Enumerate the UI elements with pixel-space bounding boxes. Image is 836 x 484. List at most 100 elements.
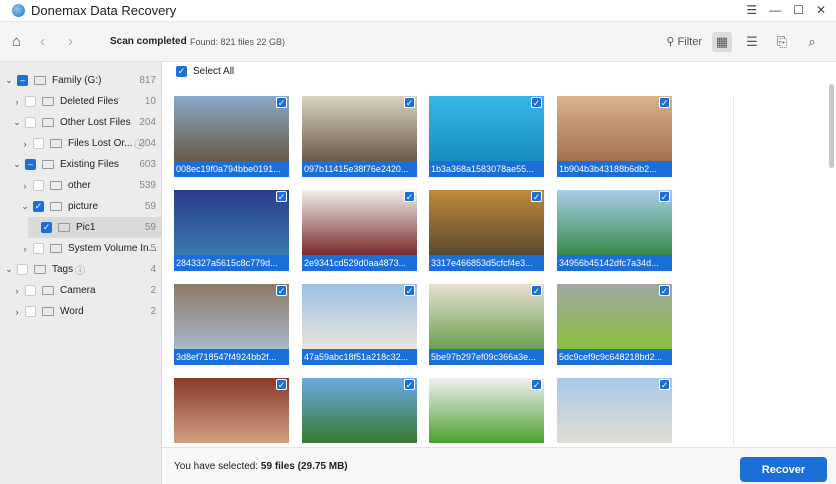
tree-item[interactable]: ⌄ – Family (G:) 817 <box>4 70 162 91</box>
tree-checkbox[interactable] <box>33 180 44 191</box>
file-card[interactable]: 097b11415e38f76e2420... ✓ <box>302 96 417 178</box>
tree-checkbox[interactable] <box>33 138 44 149</box>
tree-item[interactable]: › System Volume In... 5 <box>20 238 162 259</box>
tree-checkbox[interactable] <box>25 306 36 317</box>
back-icon[interactable]: ‹ <box>40 33 56 50</box>
chevron-down-icon[interactable]: ⌄ <box>12 159 22 170</box>
tree-item[interactable]: › Word 2 <box>12 301 162 322</box>
tree-checkbox[interactable]: ✓ <box>33 201 44 212</box>
minimize-icon[interactable]: — <box>769 3 781 17</box>
thumbnail[interactable] <box>557 284 672 349</box>
export-icon[interactable]: ⎘ <box>772 32 792 52</box>
file-checkbox[interactable]: ✓ <box>531 97 542 108</box>
close-icon[interactable]: ✕ <box>816 3 826 17</box>
thumbnail[interactable] <box>302 96 417 161</box>
thumbnail[interactable] <box>429 284 544 349</box>
folder-icon <box>42 118 54 127</box>
file-checkbox[interactable]: ✓ <box>531 379 542 390</box>
select-all[interactable]: ✓ Select All <box>173 66 234 77</box>
file-card[interactable]: 2843327a5615c8c779d... ✓ <box>174 190 289 272</box>
tree-checkbox[interactable] <box>25 96 36 107</box>
file-card[interactable]: 1b904b3b43188b6db2... ✓ <box>557 96 672 178</box>
chevron-down-icon[interactable]: ⌄ <box>4 264 14 275</box>
tree-item[interactable]: ⌄ – Existing Files 603 <box>12 154 162 175</box>
chevron-down-icon[interactable]: ⌄ <box>20 201 30 212</box>
thumbnail[interactable] <box>302 378 417 443</box>
file-card[interactable]: 34956b45142dfc7a34d... ✓ <box>557 190 672 272</box>
filter-button[interactable]: ⚲ Filter <box>666 35 702 48</box>
chevron-right-icon[interactable]: › <box>12 286 22 296</box>
chevron-right-icon[interactable]: › <box>20 139 30 149</box>
thumbnail[interactable] <box>302 284 417 349</box>
tree-checkbox[interactable] <box>25 285 36 296</box>
thumbnail[interactable] <box>174 96 289 161</box>
file-checkbox[interactable]: ✓ <box>404 379 415 390</box>
file-card[interactable]: 2e9341cd529d0aa4873... ✓ <box>302 190 417 272</box>
chevron-right-icon[interactable]: › <box>20 244 30 254</box>
thumbnail[interactable] <box>174 190 289 255</box>
thumbnail[interactable] <box>557 96 672 161</box>
list-view-icon[interactable]: ☰ <box>742 32 762 52</box>
scrollbar[interactable] <box>829 84 834 168</box>
menu-icon[interactable]: ☰ <box>746 3 757 17</box>
file-checkbox[interactable]: ✓ <box>276 379 287 390</box>
chevron-right-icon[interactable]: › <box>12 307 22 317</box>
tree-item[interactable]: › Deleted Files 10 <box>12 91 162 112</box>
maximize-icon[interactable]: ☐ <box>793 3 804 17</box>
file-checkbox[interactable]: ✓ <box>276 285 287 296</box>
file-checkbox[interactable]: ✓ <box>404 97 415 108</box>
help-icon[interactable]: ⓘ <box>75 262 85 277</box>
file-checkbox[interactable]: ✓ <box>531 191 542 202</box>
chevron-right-icon[interactable]: › <box>20 181 30 191</box>
tree-item[interactable]: › other 539 <box>20 175 162 196</box>
bottom-bar: You have selected: 59 files (29.75 MB) R… <box>162 447 836 484</box>
tree-checkbox[interactable] <box>17 264 28 275</box>
tree-item[interactable]: ⌄ Tags ⓘ 4 <box>4 259 162 280</box>
search-icon[interactable]: ⌕ <box>802 32 822 52</box>
file-checkbox[interactable]: ✓ <box>404 285 415 296</box>
chevron-down-icon[interactable]: ⌄ <box>4 75 14 86</box>
file-card[interactable]: 3317e466853d5cfcf4e3... ✓ <box>429 190 544 272</box>
chevron-right-icon[interactable]: › <box>12 97 22 107</box>
thumbnail[interactable] <box>429 190 544 255</box>
file-name: 3d8ef718547f4924bb2f... <box>174 349 289 365</box>
tree-item[interactable]: › Files Lost Or... ⓘ 204 <box>20 133 162 154</box>
grid-view-icon[interactable]: ▦ <box>712 31 732 52</box>
tree-item[interactable]: › Camera 2 <box>12 280 162 301</box>
thumbnail[interactable] <box>557 378 672 443</box>
file-checkbox[interactable]: ✓ <box>531 285 542 296</box>
file-checkbox[interactable]: ✓ <box>404 191 415 202</box>
thumbnail[interactable] <box>429 96 544 161</box>
file-card[interactable]: 47a59abc18f51a218c32... ✓ <box>302 284 417 366</box>
tree-item-count: 817 <box>139 75 156 86</box>
file-checkbox[interactable]: ✓ <box>659 97 670 108</box>
file-checkbox[interactable]: ✓ <box>659 379 670 390</box>
file-card[interactable]: 3d8ef718547f4924bb2f... ✓ <box>174 284 289 366</box>
thumbnail[interactable] <box>429 378 544 443</box>
file-card[interactable]: 5be97b297ef09c366a3e... ✓ <box>429 284 544 366</box>
recover-button[interactable]: Recover <box>740 457 827 482</box>
tree-item[interactable]: ✓ Pic1 59 <box>28 217 162 238</box>
file-checkbox[interactable]: ✓ <box>276 97 287 108</box>
file-checkbox[interactable]: ✓ <box>276 191 287 202</box>
file-card[interactable]: 008ec19f0a794bbe0191... ✓ <box>174 96 289 178</box>
file-checkbox[interactable]: ✓ <box>659 285 670 296</box>
thumbnail[interactable] <box>302 190 417 255</box>
chevron-down-icon[interactable]: ⌄ <box>12 117 22 128</box>
forward-icon[interactable]: › <box>68 33 84 50</box>
tree-checkbox[interactable]: – <box>17 75 28 86</box>
file-checkbox[interactable]: ✓ <box>659 191 670 202</box>
tree-item[interactable]: ⌄ ✓ picture 59 <box>20 196 162 217</box>
thumbnail[interactable] <box>557 190 672 255</box>
home-icon[interactable]: ⌂ <box>12 33 28 50</box>
file-card[interactable]: 5dc9cef9c9c648218bd2... ✓ <box>557 284 672 366</box>
file-card[interactable]: 1b3a368a1583078ae55... ✓ <box>429 96 544 178</box>
thumbnail[interactable] <box>174 284 289 349</box>
select-all-checkbox[interactable]: ✓ <box>176 66 187 77</box>
tree-checkbox[interactable]: ✓ <box>41 222 52 233</box>
tree-checkbox[interactable]: – <box>25 159 36 170</box>
tree-checkbox[interactable] <box>33 243 44 254</box>
tree-item[interactable]: ⌄ Other Lost Files 204 <box>12 112 162 133</box>
thumbnail[interactable] <box>174 378 289 443</box>
tree-checkbox[interactable] <box>25 117 36 128</box>
